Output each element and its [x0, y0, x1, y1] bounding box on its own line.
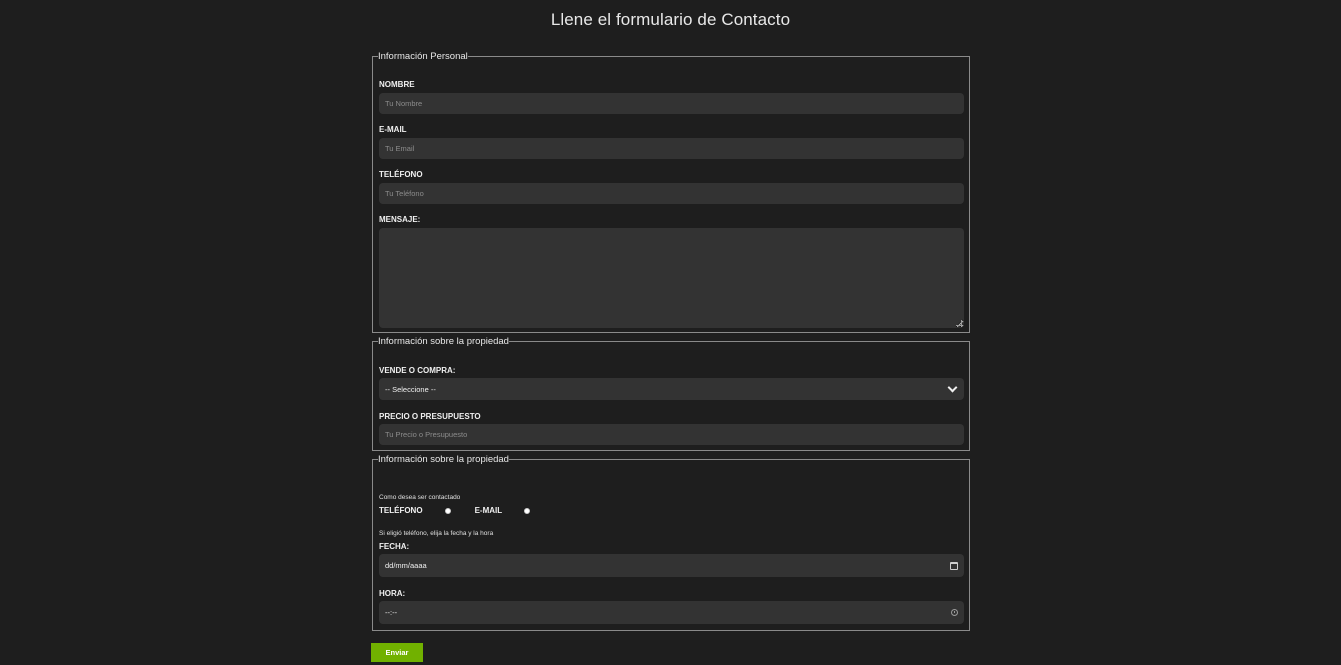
radio-email[interactable] — [524, 507, 531, 514]
date-value: dd/mm/aaaa — [385, 561, 427, 570]
radio-phone[interactable] — [444, 507, 451, 514]
message-wrapper — [379, 228, 964, 328]
radio-email-label: E-MAIL — [474, 506, 503, 515]
date-input[interactable]: dd/mm/aaaa — [379, 554, 964, 577]
phone-label: TELÉFONO — [379, 170, 423, 179]
phone-input[interactable] — [379, 183, 964, 204]
calendar-icon[interactable] — [950, 561, 958, 570]
buy-sell-select[interactable]: -- Seleccione -- — [379, 378, 964, 400]
submit-button[interactable]: Enviar — [371, 643, 423, 662]
price-label: PRECIO O PRESUPUESTO — [379, 412, 481, 421]
contact-preference-legend: Información sobre la propiedad — [378, 454, 509, 465]
time-input[interactable]: --:-- — [379, 601, 964, 624]
property-info-fieldset: Información sobre la propiedad VENDE O C… — [372, 336, 970, 451]
time-value: --:-- — [385, 608, 398, 617]
page-title: Llene el formulario de Contacto — [550, 10, 791, 29]
price-input[interactable] — [379, 424, 964, 445]
contact-method-intro: Como desea ser contactado — [379, 494, 461, 501]
email-label: E-MAIL — [379, 125, 407, 134]
phone-choice-note: Si eligió teléfono, elija la fecha y la … — [379, 530, 494, 537]
message-label: MENSAJE: — [379, 215, 421, 224]
radio-phone-label: TELÉFONO — [379, 506, 423, 515]
chevron-down-icon — [947, 382, 958, 392]
date-label: FECHA: — [379, 542, 410, 551]
email-input[interactable] — [379, 138, 964, 159]
contact-method-options: TELÉFONO E-MAIL — [379, 506, 554, 515]
personal-info-legend: Información Personal — [378, 51, 468, 62]
contact-preference-fieldset: Información sobre la propiedad Como dese… — [372, 454, 970, 631]
time-label: HORA: — [379, 589, 406, 598]
message-textarea[interactable] — [379, 228, 964, 328]
personal-info-fieldset: Información Personal NOMBRE E-MAIL TELÉF… — [372, 51, 970, 333]
clock-icon[interactable] — [951, 609, 958, 616]
buy-sell-selected-value: -- Seleccione -- — [385, 384, 436, 394]
buy-sell-label: VENDE O COMPRA: — [379, 366, 456, 375]
property-info-legend: Información sobre la propiedad — [378, 336, 509, 347]
name-input[interactable] — [379, 93, 964, 114]
name-label: NOMBRE — [379, 80, 415, 89]
